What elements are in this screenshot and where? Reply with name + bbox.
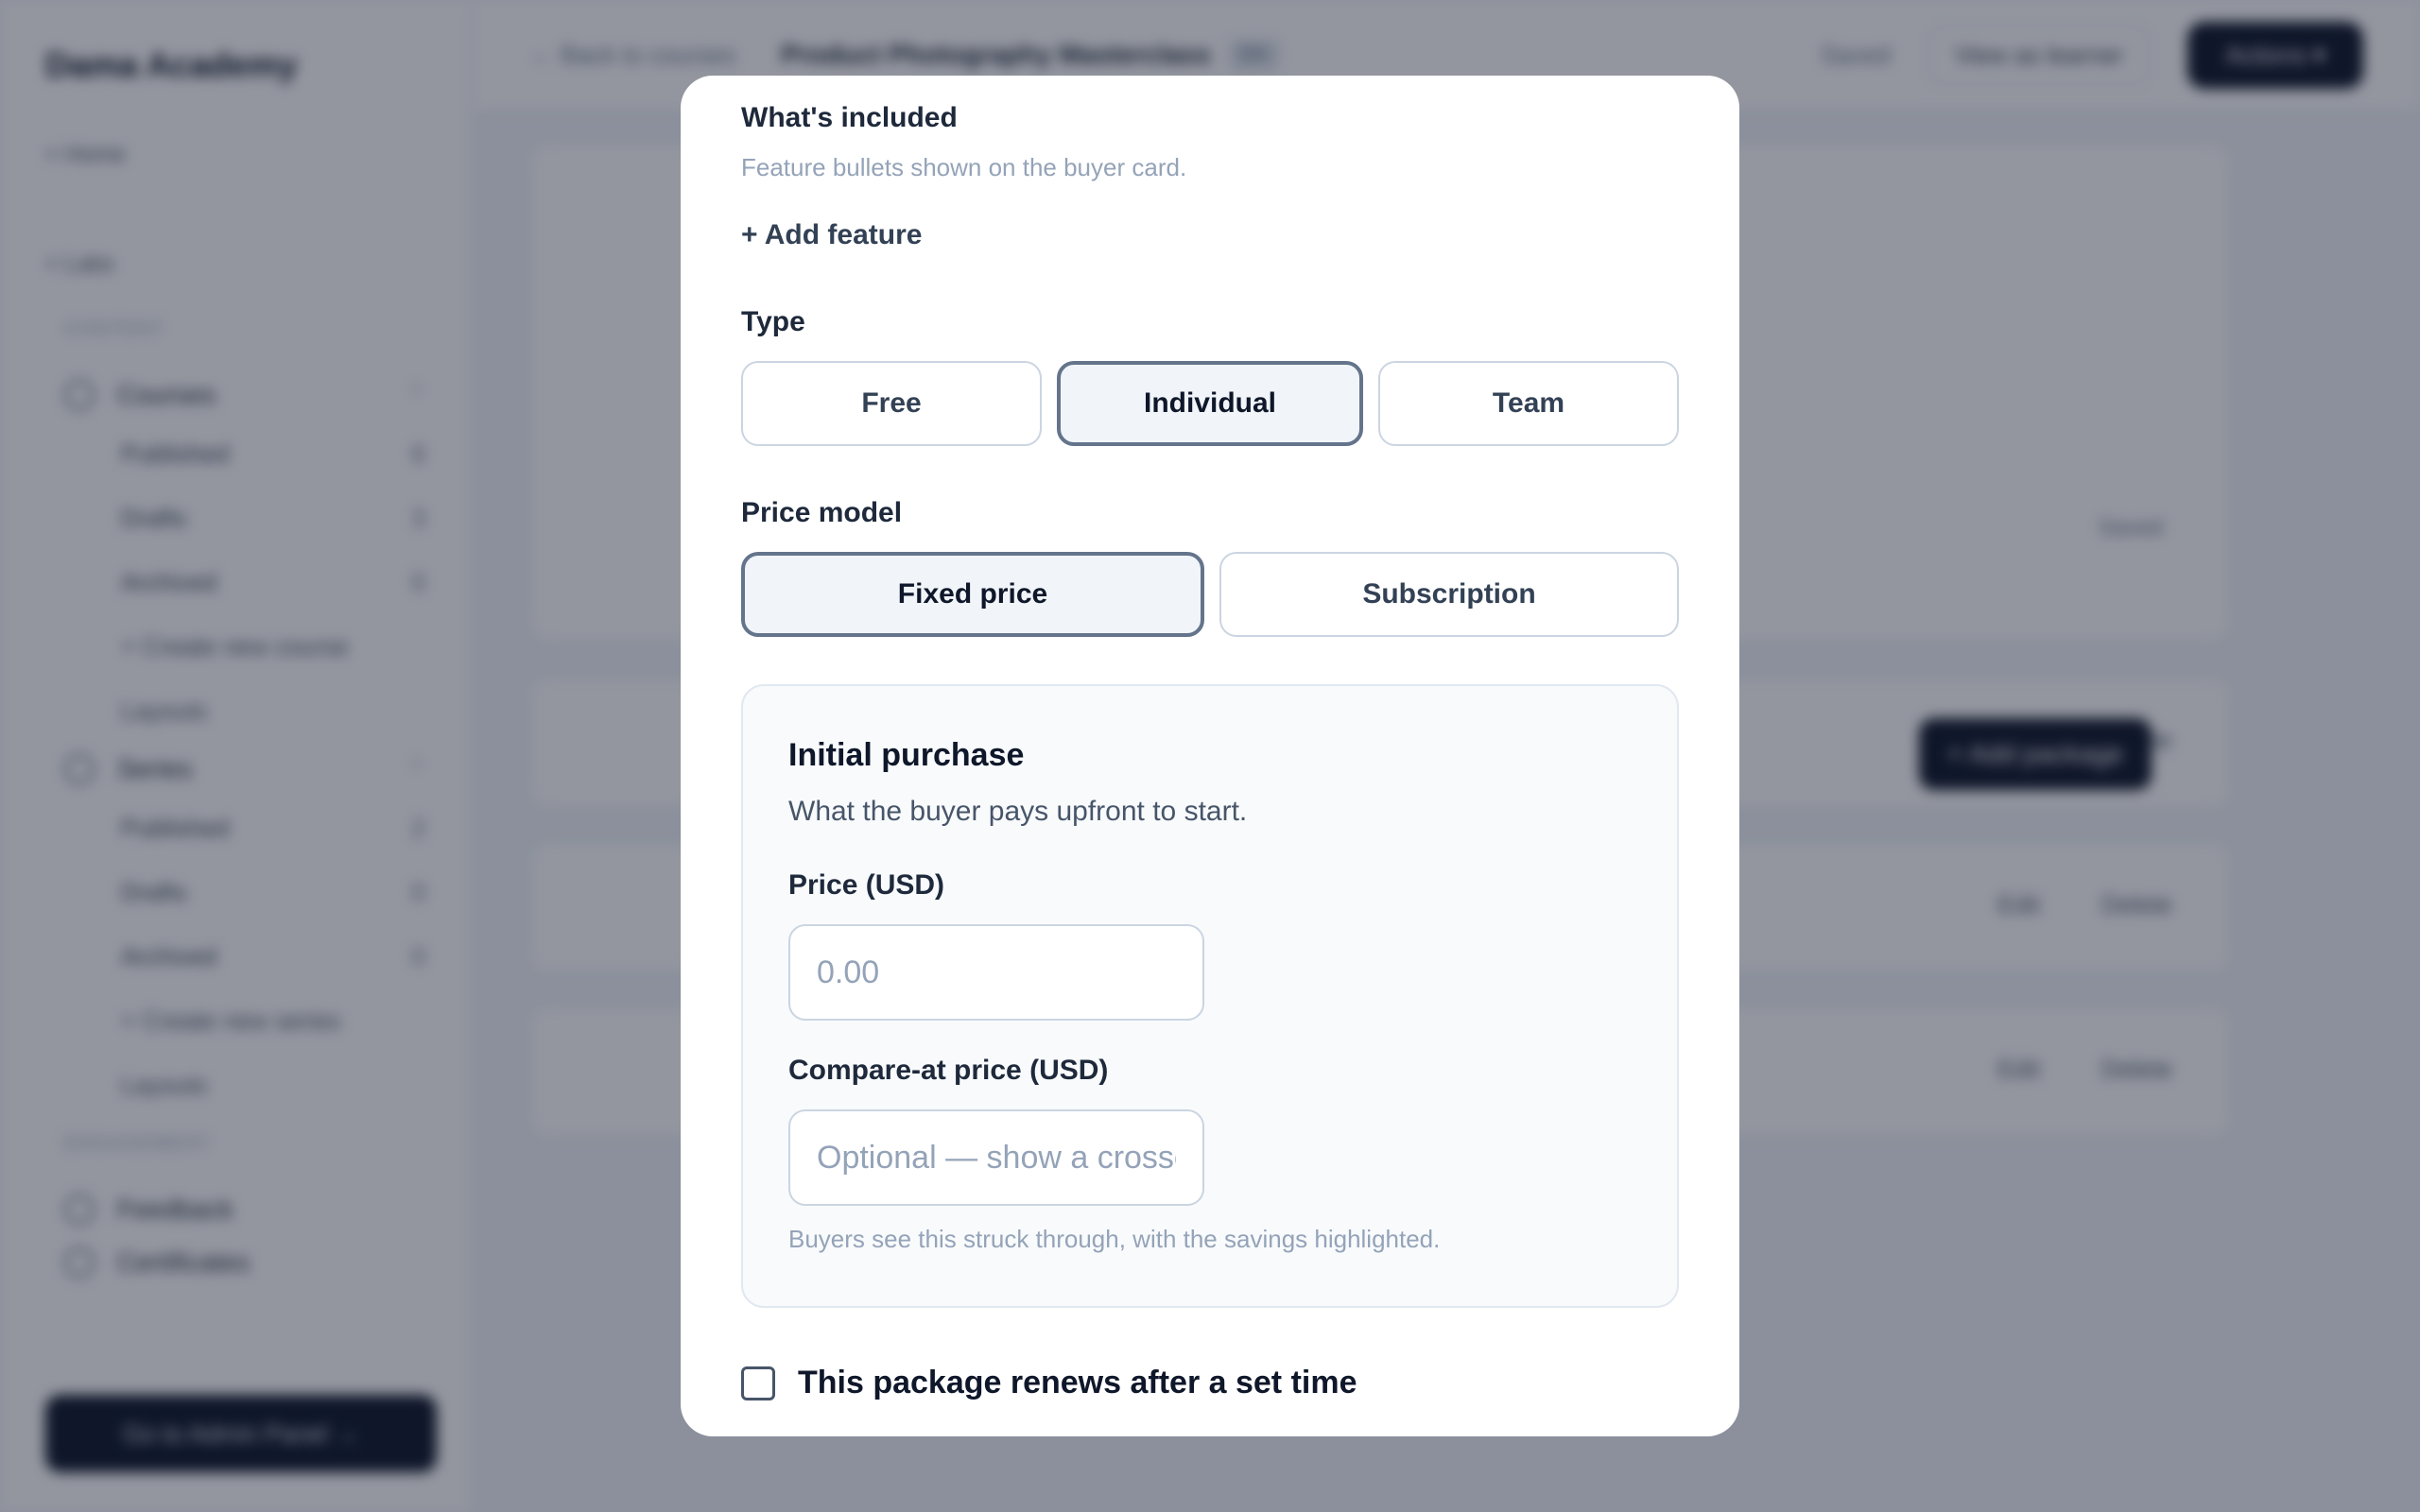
price-input[interactable] — [788, 924, 1204, 1021]
type-free-button[interactable]: Free — [741, 361, 1042, 446]
price-model-title: Price model — [741, 497, 903, 528]
renews-checkbox[interactable] — [741, 1366, 775, 1400]
initial-purchase-subtitle: What the buyer pays upfront to start. — [788, 796, 1248, 827]
initial-purchase-title: Initial purchase — [788, 737, 1025, 773]
compare-at-price-label: Compare-at price (USD) — [788, 1055, 1109, 1086]
renews-checkbox-row[interactable]: This package renews after a set time — [741, 1365, 1357, 1401]
whats-included-hint: Feature bullets shown on the buyer card. — [741, 153, 1187, 181]
fixed-price-button[interactable]: Fixed price — [741, 552, 1204, 637]
add-feature-button[interactable]: + Add feature — [741, 219, 922, 251]
type-team-button[interactable]: Team — [1378, 361, 1679, 446]
type-individual-button[interactable]: Individual — [1057, 361, 1363, 446]
compare-at-price-input[interactable] — [788, 1109, 1204, 1206]
price-label: Price (USD) — [788, 869, 945, 901]
subscription-button[interactable]: Subscription — [1219, 552, 1679, 637]
compare-at-price-note: Buyers see this struck through, with the… — [788, 1225, 1441, 1253]
whats-included-title: What's included — [741, 102, 958, 133]
renews-label: This package renews after a set time — [798, 1365, 1357, 1400]
initial-purchase-card: Initial purchase What the buyer pays upf… — [741, 684, 1679, 1308]
app-root: Dama Academy < Home < Labs CONTENT Cours… — [0, 0, 2420, 1512]
package-modal: What's included Feature bullets shown on… — [681, 76, 1739, 1436]
type-title: Type — [741, 306, 805, 337]
